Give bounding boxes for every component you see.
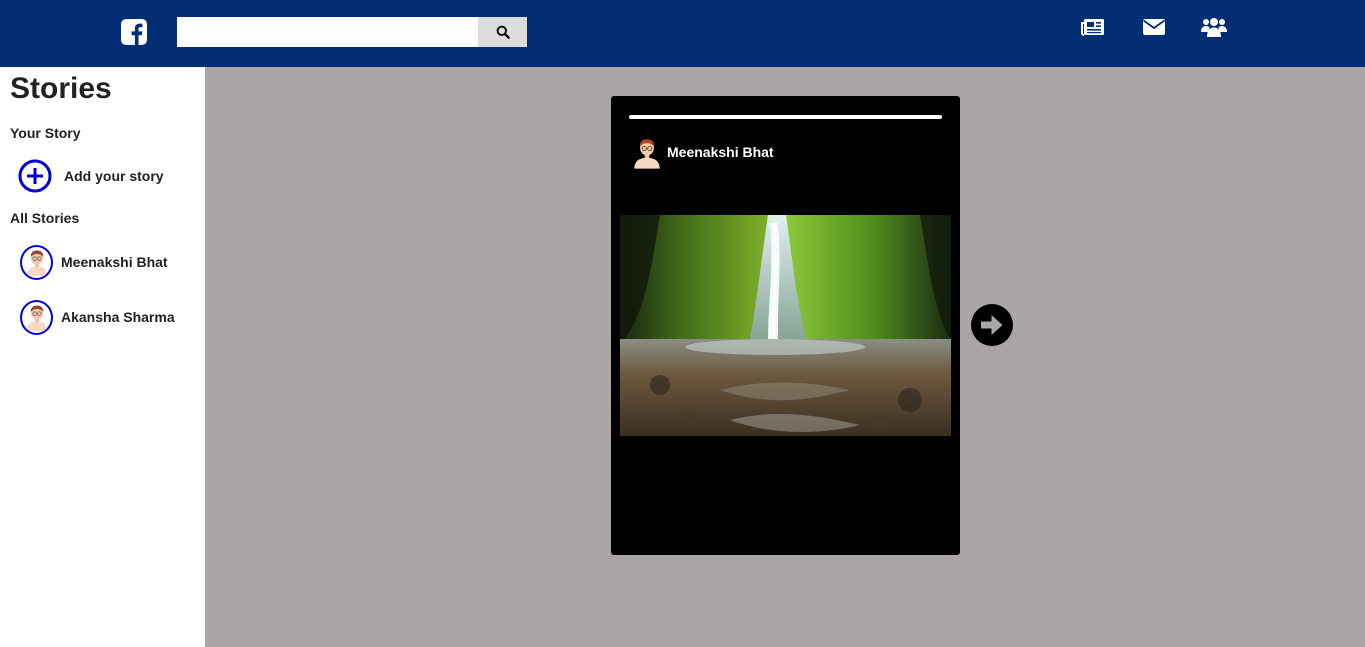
search-input[interactable] — [177, 17, 478, 47]
waterfall-canyon-photo — [620, 215, 951, 436]
envelope-icon[interactable] — [1141, 15, 1167, 39]
story-name: Akansha Sharma — [61, 309, 175, 325]
story-item-akansha-sharma[interactable]: Akansha Sharma — [20, 299, 200, 335]
users-icon[interactable] — [1201, 15, 1227, 39]
avatar — [20, 299, 53, 335]
arrow-right-circle-icon[interactable] — [971, 304, 1013, 346]
avatar — [20, 244, 53, 280]
story-progress-bar — [629, 115, 942, 119]
all-stories-label: All Stories — [10, 210, 80, 226]
story-user-name: Meenakshi Bhat — [667, 144, 774, 160]
search-button[interactable] — [478, 17, 527, 47]
sidebar-title: Stories — [10, 72, 112, 105]
add-story-label: Add your story — [64, 168, 164, 184]
plus-circle-icon — [18, 159, 52, 193]
avatar — [632, 136, 662, 169]
your-story-label: Your Story — [10, 125, 81, 141]
top-navbar — [0, 0, 1365, 67]
story-item-meenakshi-bhat[interactable]: Meenakshi Bhat — [20, 244, 200, 280]
add-story-button[interactable]: Add your story — [18, 159, 198, 193]
story-name: Meenakshi Bhat — [61, 254, 168, 270]
facebook-logo-icon[interactable] — [121, 19, 147, 45]
search-icon — [496, 25, 510, 39]
story-viewer: Meenakshi Bhat — [611, 96, 960, 555]
stories-sidebar: Stories Your Story Add your story All St… — [0, 67, 205, 647]
newspaper-icon[interactable] — [1080, 15, 1106, 39]
